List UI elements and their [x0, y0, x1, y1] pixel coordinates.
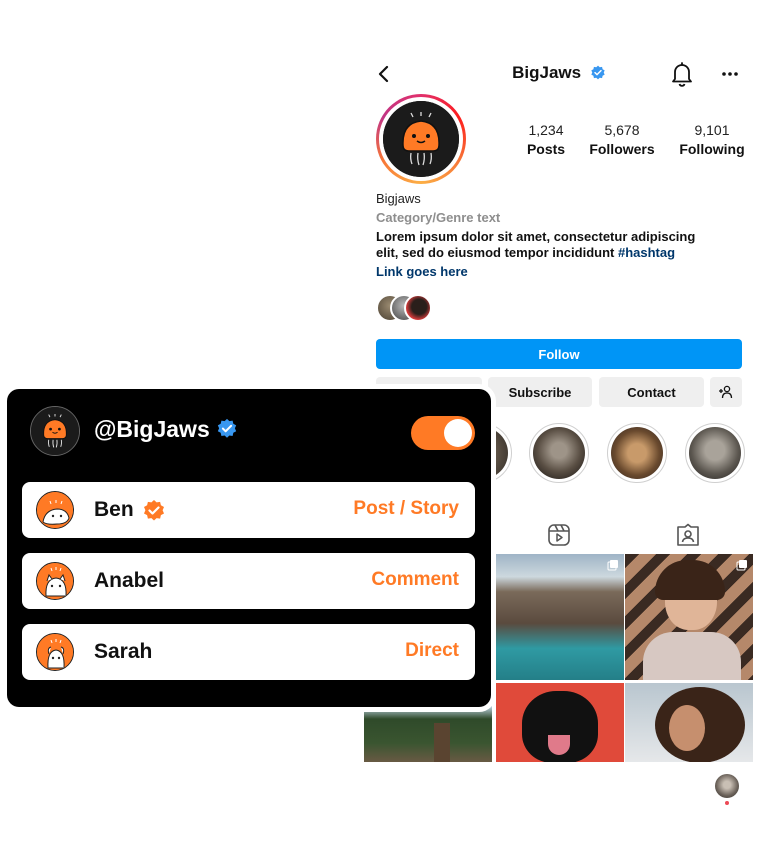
jellyfish-logo-icon: [383, 101, 459, 177]
story-highlight[interactable]: [607, 423, 667, 483]
stat-followers[interactable]: 5,678 Followers: [586, 122, 658, 157]
notification-type: Direct: [405, 640, 459, 661]
list-item[interactable]: Anabel Comment: [22, 553, 475, 609]
contact-button[interactable]: Contact: [599, 377, 704, 407]
grid-post[interactable]: [496, 554, 624, 680]
handle-text: @BigJaws: [94, 416, 210, 442]
multi-post-icon: [736, 560, 747, 571]
profile-username: BigJaws: [512, 63, 582, 82]
jellyfish-logo-icon: [31, 407, 79, 455]
following-count: 9,101: [694, 122, 730, 138]
top-bar: BigJaws: [364, 50, 754, 98]
user-name: Sarah: [94, 640, 153, 663]
notification-type: Comment: [371, 569, 459, 590]
user-avatar: [36, 633, 74, 671]
followers-count: 5,678: [604, 122, 640, 138]
posts-label: Posts: [526, 141, 566, 157]
more-icon[interactable]: [720, 64, 740, 84]
bio-text: Lorem ipsum dolor sit amet, consectetur …: [376, 229, 716, 261]
user-avatar: [36, 562, 74, 600]
user-name: Anabel: [94, 569, 165, 592]
profile-avatar[interactable]: [376, 94, 466, 184]
stat-posts[interactable]: 1,234 Posts: [514, 122, 578, 157]
posts-count: 1,234: [528, 122, 564, 138]
panel-avatar: [30, 406, 80, 456]
grid-post[interactable]: [496, 683, 624, 762]
story-highlight[interactable]: [529, 423, 589, 483]
grid-post[interactable]: [625, 683, 753, 762]
story-highlight[interactable]: [685, 423, 745, 483]
reels-icon[interactable]: [547, 523, 571, 547]
list-item[interactable]: Sarah Direct: [22, 624, 475, 680]
following-label: Following: [679, 141, 745, 157]
grid-post[interactable]: [625, 554, 753, 680]
stat-following[interactable]: 9,101 Following: [676, 122, 748, 157]
followed-by-avatars[interactable]: [376, 294, 436, 322]
bio-hashtag[interactable]: #hashtag: [618, 245, 675, 260]
bio-name: Bigjaws: [376, 191, 421, 206]
bio-link[interactable]: Link goes here: [376, 264, 716, 280]
toggle-knob: [444, 419, 472, 447]
bell-icon[interactable]: [668, 60, 696, 88]
list-item[interactable]: Ben Post / Story: [22, 482, 475, 538]
nav-profile-avatar[interactable]: [715, 774, 739, 798]
suggest-button[interactable]: [710, 377, 742, 407]
subscribe-button[interactable]: Subscribe: [488, 377, 592, 407]
panel-handle: @BigJaws: [94, 416, 238, 443]
follower-avatar: [404, 294, 432, 322]
bio-category: Category/Genre text: [376, 210, 501, 225]
verified-icon: [217, 418, 236, 438]
follow-button[interactable]: Follow: [376, 339, 742, 369]
user-name: Ben: [94, 498, 134, 521]
followers-label: Followers: [589, 141, 655, 157]
notification-type: Post / Story: [353, 498, 459, 519]
bio: Bigjaws Category/Genre text Lorem ipsum …: [376, 191, 716, 280]
verified-badge-icon: [144, 500, 164, 521]
tagged-icon[interactable]: [676, 523, 700, 547]
verified-icon: [591, 65, 605, 80]
user-avatar: [36, 491, 74, 529]
notifications-toggle[interactable]: [411, 416, 475, 450]
notification-dot: [725, 801, 729, 805]
multi-post-icon: [607, 560, 618, 571]
add-person-icon: [719, 385, 733, 399]
mention-settings-panel: @BigJaws Ben Post / Story Anabel Comment…: [7, 389, 491, 707]
